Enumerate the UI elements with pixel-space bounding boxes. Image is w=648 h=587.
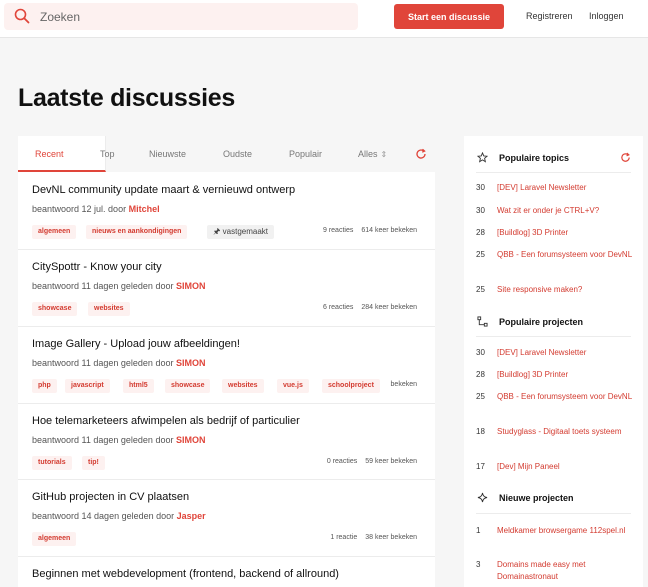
new-projects-title: Nieuwe projecten xyxy=(499,493,574,503)
tab-top[interactable]: Top xyxy=(100,136,115,172)
thread-row[interactable]: CitySpottr - Know your city beantwoord 1… xyxy=(18,250,435,327)
thread-meta: beantwoord 11 dagen geleden door SIMON xyxy=(32,358,206,368)
tag[interactable]: tip! xyxy=(82,456,105,470)
thread-meta: beantwoord 11 dagen geleden door SIMON xyxy=(32,281,206,291)
thread-stats: 6 reacties 284 keer bekeken xyxy=(322,304,417,311)
discussion-list-card: Recent Top Nieuwste Oudste Populair Alle… xyxy=(18,136,435,587)
tag[interactable]: showcase xyxy=(32,302,78,316)
thread-row[interactable]: Image Gallery - Upload jouw afbeeldingen… xyxy=(18,327,435,404)
thread-meta: beantwoord 14 dagen geleden door Jasper xyxy=(32,511,206,521)
thread-stats: 9 reacties 614 keer bekeken xyxy=(322,227,417,234)
login-link[interactable]: Inloggen xyxy=(589,11,624,21)
tag[interactable]: websites xyxy=(88,302,130,316)
thread-row[interactable]: DevNL community update maart & vernieuwd… xyxy=(18,173,435,250)
thread-title[interactable]: Hoe telemarketeers afwimpelen als bedrij… xyxy=(32,415,300,427)
tab-nieuwste[interactable]: Nieuwste xyxy=(149,136,186,172)
thread-meta: beantwoord 12 jul. door Mitchel xyxy=(32,204,160,214)
thread-title[interactable]: GitHub projecten in CV plaatsen xyxy=(32,491,189,503)
thread-stats: 1 reactie 38 keer bekeken xyxy=(330,534,417,541)
thread-author[interactable]: SIMON xyxy=(176,281,206,291)
thread-author[interactable]: SIMON xyxy=(176,358,206,368)
pinned-tag: 🖈 vastgemaakt xyxy=(207,225,274,239)
thread-author[interactable]: Jasper xyxy=(177,511,206,521)
thread-meta: beantwoord 11 dagen geleden door SIMON xyxy=(32,435,206,445)
start-discussion-button[interactable]: Start een discussie xyxy=(394,4,504,29)
tag[interactable]: vue.js xyxy=(277,379,309,393)
thread-title[interactable]: DevNL community update maart & vernieuwd… xyxy=(32,184,295,196)
tab-recent[interactable]: Recent xyxy=(18,136,106,172)
tag[interactable]: html5 xyxy=(123,379,154,393)
popular-projects-title: Populaire projecten xyxy=(499,317,584,327)
thread-stats: 0 reacties 59 keer bekeken xyxy=(326,458,417,465)
divider xyxy=(476,336,631,337)
filter-label: Alles xyxy=(358,149,378,159)
thread-stats: bekeken xyxy=(390,381,417,388)
star-icon xyxy=(477,152,488,163)
tab-oudste[interactable]: Oudste xyxy=(223,136,252,172)
thread-row[interactable]: Hoe telemarketeers afwimpelen als bedrij… xyxy=(18,404,435,480)
tab-populair[interactable]: Populair xyxy=(289,136,322,172)
tag[interactable]: showcase xyxy=(165,379,211,393)
thread-title[interactable]: Beginnen met webdevelopment (frontend, b… xyxy=(32,568,339,580)
sort-arrows-icon: ⇕ xyxy=(380,150,388,159)
tag[interactable]: schoolproject xyxy=(322,379,380,393)
tag[interactable]: tutorials xyxy=(32,456,72,470)
tag[interactable]: nieuws en aankondigingen xyxy=(86,225,188,239)
thread-author[interactable]: SIMON xyxy=(176,435,206,445)
top-header: Start een discussie Registreren Inloggen xyxy=(0,0,648,38)
tag[interactable]: websites xyxy=(222,379,264,393)
tag[interactable]: algemeen xyxy=(32,532,77,546)
sidebar: Populaire topics 30 [DEV] Laravel Newslet… xyxy=(464,136,643,587)
project-tree-icon xyxy=(477,316,488,327)
refresh-icon[interactable] xyxy=(415,148,427,160)
search-input[interactable] xyxy=(40,6,340,27)
search-icon xyxy=(14,8,30,24)
tag[interactable]: php xyxy=(32,379,57,393)
pin-icon: 🖈 xyxy=(213,227,221,236)
page-title: Laatste discussies xyxy=(18,84,235,112)
tag[interactable]: algemeen xyxy=(32,225,77,239)
tab-bar: Recent Top Nieuwste Oudste Populair Alle… xyxy=(18,136,435,172)
divider xyxy=(476,172,631,173)
search-bar[interactable] xyxy=(4,3,358,30)
thread-row[interactable]: Beginnen met webdevelopment (frontend, b… xyxy=(18,557,435,587)
sparkle-icon xyxy=(477,492,488,503)
thread-author[interactable]: Mitchel xyxy=(129,204,160,214)
refresh-icon[interactable] xyxy=(620,152,631,163)
tag[interactable]: javascript xyxy=(65,379,110,393)
divider xyxy=(476,513,631,514)
thread-title[interactable]: Image Gallery - Upload jouw afbeeldingen… xyxy=(32,338,240,350)
thread-title[interactable]: CitySpottr - Know your city xyxy=(32,261,162,273)
register-link[interactable]: Registreren xyxy=(526,11,573,21)
thread-row[interactable]: GitHub projecten in CV plaatsen beantwoo… xyxy=(18,480,435,557)
filter-dropdown[interactable]: Alles ⇕ xyxy=(358,136,387,172)
popular-topics-title: Populaire topics xyxy=(499,153,570,163)
